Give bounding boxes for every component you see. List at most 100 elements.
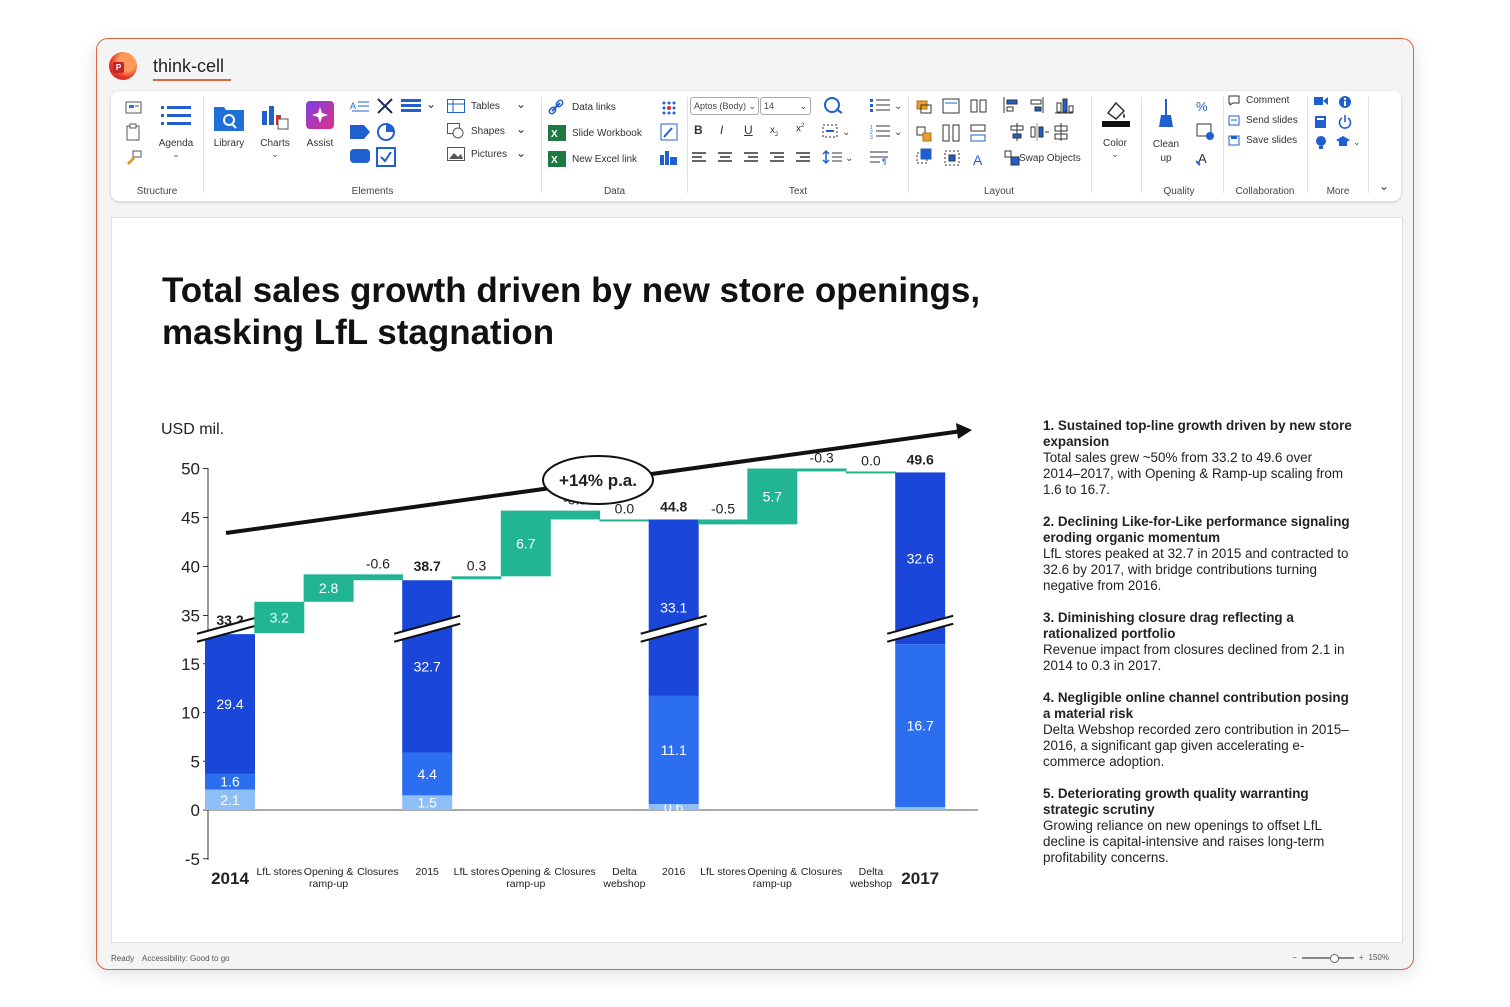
zoom-control[interactable]: − + 150% bbox=[1292, 953, 1389, 963]
edit-data-icon[interactable] bbox=[660, 123, 678, 141]
chevron-shape-icon[interactable] bbox=[350, 125, 370, 139]
takeaway-3: 3. Diminishing closure drag reflecting a… bbox=[1043, 610, 1353, 674]
text-box-icon[interactable]: A bbox=[350, 99, 370, 113]
x-category-label: 2014 bbox=[211, 869, 249, 888]
insert-slide-icon[interactable] bbox=[125, 99, 143, 115]
delta-bar bbox=[599, 519, 650, 522]
delta-bar bbox=[845, 471, 896, 474]
segment-value-label: 1.5 bbox=[417, 795, 437, 811]
lightbulb-icon[interactable] bbox=[1314, 135, 1328, 151]
clipboard-icon[interactable] bbox=[125, 123, 143, 141]
new-excel-link-button[interactable]: X New Excel link bbox=[548, 151, 637, 167]
accessibility-status[interactable]: Accessibility: Good to go bbox=[142, 954, 230, 963]
delta-bar bbox=[451, 576, 502, 580]
subscript-icon[interactable]: x2 bbox=[770, 125, 778, 138]
divider bbox=[1368, 97, 1369, 193]
waterfall-chart[interactable]: USD mil.50454035151050-52.11.629.433.220… bbox=[112, 218, 1032, 942]
send-slides-button[interactable]: Send slides bbox=[1228, 115, 1298, 126]
key-takeaways[interactable]: 1. Sustained top-line growth driven by n… bbox=[1043, 418, 1353, 882]
comment-button[interactable]: Comment bbox=[1228, 95, 1289, 106]
charts-icon[interactable] bbox=[260, 103, 290, 131]
data-chart-icon[interactable] bbox=[660, 149, 678, 165]
pictures-button[interactable]: Pictures bbox=[447, 147, 507, 161]
color-button[interactable]: Color ⌄ bbox=[1092, 138, 1138, 160]
text-refresh-icon[interactable] bbox=[822, 95, 844, 115]
bullet-list-icon[interactable]: ⌄ bbox=[870, 97, 904, 113]
assist-button[interactable]: Assist bbox=[297, 138, 343, 149]
underline-icon[interactable]: U bbox=[744, 123, 753, 137]
zoom-in-icon[interactable]: + bbox=[1359, 953, 1364, 962]
spell-check-icon[interactable]: A bbox=[1196, 149, 1216, 167]
comment-icon bbox=[1228, 95, 1240, 106]
checkbox-icon[interactable] bbox=[376, 147, 396, 167]
segment-value-label: 33.1 bbox=[660, 600, 687, 616]
fill-color-icon[interactable] bbox=[1102, 99, 1130, 127]
text-frame-icon[interactable]: ⌄ bbox=[822, 123, 854, 139]
info-icon[interactable] bbox=[1338, 95, 1352, 109]
takeaway-2: 2. Declining Like-for-Like performance s… bbox=[1043, 514, 1353, 594]
segment-value-label: 4.4 bbox=[417, 766, 437, 782]
bullets-icon[interactable] bbox=[401, 99, 421, 113]
paragraph-icon[interactable]: ¶ bbox=[870, 149, 892, 165]
assist-sparkle-icon[interactable] bbox=[306, 101, 334, 129]
excel-icon: X bbox=[548, 125, 566, 141]
takeaway-5: 5. Deteriorating growth quality warranti… bbox=[1043, 786, 1353, 866]
library-icon[interactable] bbox=[214, 103, 244, 131]
clean-up-broom-icon[interactable] bbox=[1156, 99, 1176, 127]
superscript-icon[interactable]: x2 bbox=[796, 123, 804, 134]
swap-objects-button[interactable]: Swap Objects bbox=[1019, 153, 1081, 164]
tables-button[interactable]: Tables bbox=[447, 99, 500, 113]
segment-value-label: 16.7 bbox=[907, 718, 934, 734]
graduation-cap-icon[interactable]: ⌄ bbox=[1336, 135, 1362, 149]
save-slides-button[interactable]: Save slides bbox=[1228, 135, 1297, 146]
agenda-icon[interactable] bbox=[161, 105, 191, 127]
bold-icon[interactable]: B bbox=[694, 123, 703, 137]
data-grid-icon[interactable] bbox=[660, 99, 678, 117]
book-icon[interactable] bbox=[1314, 115, 1328, 129]
line-spacing-icon[interactable]: ⌄ bbox=[822, 149, 854, 165]
font-size-select[interactable]: 14 ⌄ bbox=[760, 97, 811, 115]
title-bar: P think-cell bbox=[97, 39, 1413, 87]
pie-shape-icon[interactable] bbox=[376, 122, 396, 142]
charts-button[interactable]: Charts ⌄ bbox=[252, 138, 298, 160]
group-label-text: Text bbox=[788, 186, 808, 197]
power-icon[interactable] bbox=[1338, 115, 1352, 129]
data-links-button[interactable]: Data links bbox=[548, 99, 616, 115]
svg-text:⌄: ⌄ bbox=[894, 101, 902, 112]
paragraph-align-icons[interactable] bbox=[692, 151, 822, 165]
chevron-down-icon[interactable]: ⌄ bbox=[426, 97, 436, 111]
chevron-down-icon[interactable]: ⌄ bbox=[516, 122, 526, 136]
chevron-down-icon[interactable]: ⌄ bbox=[516, 97, 526, 111]
connector-icon[interactable] bbox=[376, 97, 394, 115]
check-slide-icon[interactable] bbox=[1196, 123, 1216, 141]
chevron-down-icon: ⌄ bbox=[271, 149, 279, 159]
zoom-out-icon[interactable]: − bbox=[1292, 953, 1297, 962]
shapes-button[interactable]: Shapes bbox=[447, 123, 505, 139]
percent-icon[interactable]: % bbox=[1196, 97, 1216, 115]
numbered-list-icon[interactable]: 123 ⌄ bbox=[870, 123, 904, 139]
library-button[interactable]: Library bbox=[206, 138, 252, 149]
video-icon[interactable] bbox=[1314, 95, 1328, 107]
slide-workbook-button[interactable]: X Slide Workbook bbox=[548, 125, 642, 141]
x-category-label: Closures bbox=[554, 866, 595, 878]
zoom-level[interactable]: 150% bbox=[1369, 953, 1389, 962]
format-painter-icon[interactable] bbox=[125, 149, 143, 165]
agenda-button[interactable]: Agenda ⌄ bbox=[153, 138, 199, 160]
font-family-select[interactable]: Aptos (Body) ⌄ bbox=[690, 97, 759, 115]
zoom-slider-thumb[interactable] bbox=[1329, 953, 1339, 963]
chevron-down-icon[interactable]: ⌄ bbox=[516, 146, 526, 160]
send-slides-icon bbox=[1228, 115, 1240, 126]
svg-text:⌄: ⌄ bbox=[845, 153, 853, 164]
group-color: Color ⌄ bbox=[1092, 91, 1138, 201]
y-tick-label: 10 bbox=[181, 704, 200, 723]
segment-value-label: 2.1 bbox=[220, 792, 240, 808]
x-category-label: 2016 bbox=[662, 866, 686, 878]
collapse-ribbon-chevron-icon[interactable]: ⌄ bbox=[1379, 179, 1389, 193]
delta-value-label: 0.3 bbox=[467, 557, 487, 573]
clean-up-button[interactable]: Clean up bbox=[1142, 138, 1190, 166]
italic-icon[interactable]: I bbox=[720, 123, 723, 137]
rounded-rect-icon[interactable] bbox=[350, 149, 370, 163]
zoom-slider[interactable] bbox=[1301, 953, 1354, 963]
group-label-layout: Layout bbox=[983, 186, 1015, 197]
group-layout: A Swap Objects Layout bbox=[909, 91, 1089, 201]
